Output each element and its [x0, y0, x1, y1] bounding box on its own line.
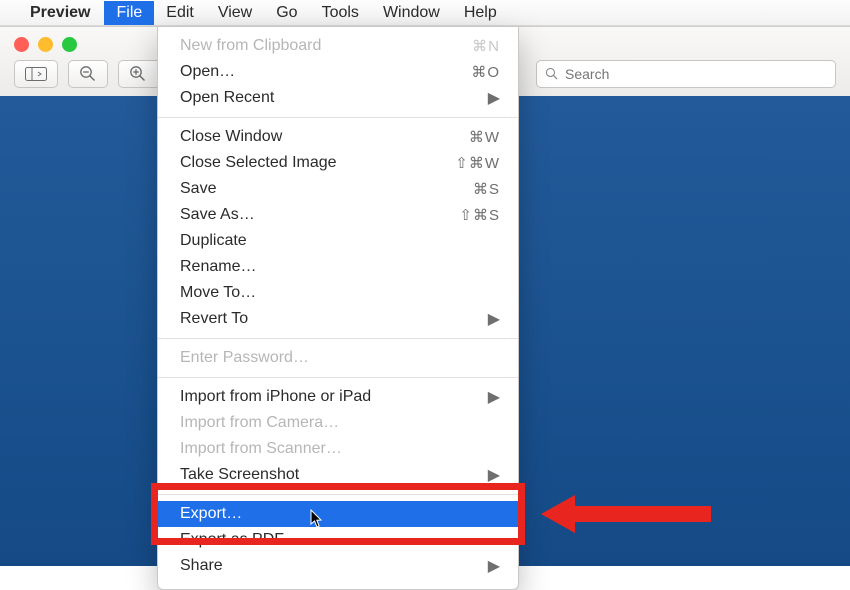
menu-item: Enter Password…	[158, 345, 518, 371]
menu-item[interactable]: Import from iPhone or iPad▶	[158, 384, 518, 410]
menu-item-label: Take Screenshot	[180, 466, 488, 484]
menu-item-label: Rename…	[180, 258, 500, 276]
menu-item-label: Export as PDF…	[180, 531, 500, 549]
menu-item-label: Import from iPhone or iPad	[180, 388, 488, 406]
menu-item[interactable]: Share▶	[158, 553, 518, 579]
menu-item-label: Enter Password…	[180, 349, 500, 367]
submenu-arrow-icon: ▶	[488, 309, 500, 329]
menu-item: New from Clipboard⌘N	[158, 33, 518, 59]
menu-item-label: Open Recent	[180, 89, 488, 107]
search-input[interactable]	[565, 66, 827, 82]
zoom-in-button[interactable]	[118, 60, 158, 88]
menu-item[interactable]: Save⌘S	[158, 176, 518, 202]
menu-item-shortcut: ⇧⌘W	[455, 154, 500, 172]
menu-item: Import from Scanner…	[158, 436, 518, 462]
search-icon	[545, 67, 559, 81]
menu-item[interactable]: Duplicate	[158, 228, 518, 254]
menu-file[interactable]: File	[104, 1, 154, 25]
menu-item-label: New from Clipboard	[180, 37, 472, 55]
file-menu-dropdown: New from Clipboard⌘NOpen…⌘OOpen Recent▶C…	[157, 26, 519, 590]
window-controls	[14, 37, 77, 52]
menu-window[interactable]: Window	[371, 1, 452, 25]
menu-item-shortcut: ⌘O	[471, 63, 500, 81]
search-field[interactable]	[536, 60, 836, 88]
menu-item[interactable]: Close Window⌘W	[158, 124, 518, 150]
app-name[interactable]: Preview	[30, 4, 90, 22]
menu-item-label: Move To…	[180, 284, 500, 302]
submenu-arrow-icon: ▶	[488, 88, 500, 108]
menu-item[interactable]: Open Recent▶	[158, 85, 518, 111]
menu-item-label: Import from Camera…	[180, 414, 500, 432]
menu-item: Import from Camera…	[158, 410, 518, 436]
window-zoom-button[interactable]	[62, 37, 77, 52]
menu-item[interactable]: Export…	[158, 501, 518, 527]
menu-item[interactable]: Export as PDF…	[158, 527, 518, 553]
window-close-button[interactable]	[14, 37, 29, 52]
menu-item-label: Close Selected Image	[180, 154, 455, 172]
menu-item-shortcut: ⇧⌘S	[459, 206, 500, 224]
menu-item-shortcut: ⌘N	[472, 37, 500, 55]
menu-item-label: Share	[180, 557, 488, 575]
menu-item[interactable]: Close Selected Image⇧⌘W	[158, 150, 518, 176]
menu-item[interactable]: Save As…⇧⌘S	[158, 202, 518, 228]
menu-item-label: Revert To	[180, 310, 488, 328]
menu-view[interactable]: View	[206, 1, 264, 25]
menu-item-shortcut: ⌘W	[469, 128, 500, 146]
menu-tools[interactable]: Tools	[310, 1, 371, 25]
menu-item-label: Duplicate	[180, 232, 500, 250]
menu-item-label: Export…	[180, 505, 500, 523]
menu-item-shortcut: ⌘S	[473, 180, 500, 198]
menu-item[interactable]: Take Screenshot▶	[158, 462, 518, 488]
menu-item-label: Import from Scanner…	[180, 440, 500, 458]
sidebar-toggle-button[interactable]	[14, 60, 58, 88]
menu-item-label: Save	[180, 180, 473, 198]
menu-item[interactable]: Open…⌘O	[158, 59, 518, 85]
system-menubar: Preview File Edit View Go Tools Window H…	[0, 0, 850, 26]
menu-edit[interactable]: Edit	[154, 1, 206, 25]
menu-item-label: Open…	[180, 63, 471, 81]
menu-item[interactable]: Revert To▶	[158, 306, 518, 332]
submenu-arrow-icon: ▶	[488, 556, 500, 576]
menu-go[interactable]: Go	[264, 1, 309, 25]
submenu-arrow-icon: ▶	[488, 465, 500, 485]
menu-item-label: Save As…	[180, 206, 459, 224]
menu-help[interactable]: Help	[452, 1, 509, 25]
zoom-out-button[interactable]	[68, 60, 108, 88]
submenu-arrow-icon: ▶	[488, 387, 500, 407]
menu-item[interactable]: Move To…	[158, 280, 518, 306]
menu-item-label: Close Window	[180, 128, 469, 146]
menu-item[interactable]: Rename…	[158, 254, 518, 280]
window-minimize-button[interactable]	[38, 37, 53, 52]
